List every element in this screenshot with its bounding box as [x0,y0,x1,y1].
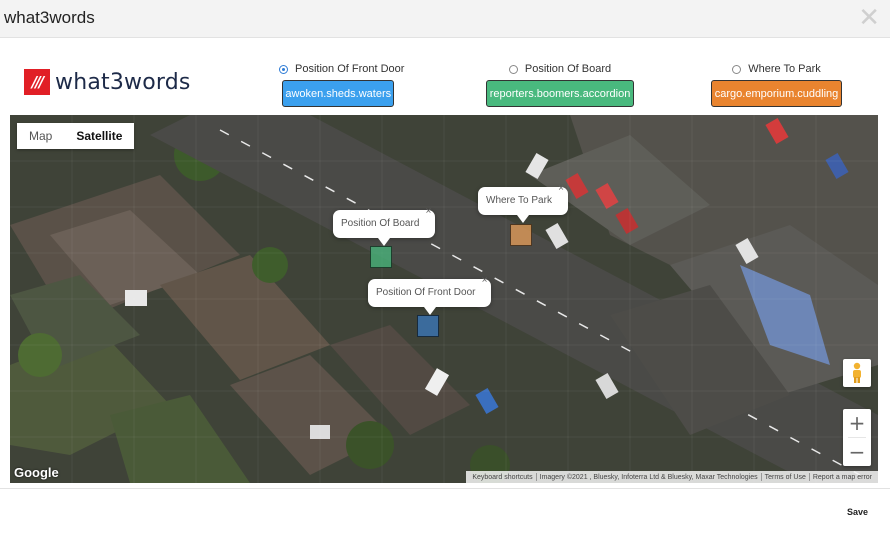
bubble-park-label: Where To Park [486,195,552,206]
option-label-text: Where To Park [748,63,821,75]
bubble-board: Position Of Board × [333,207,436,246]
map-type-satellite-button[interactable]: Satellite [64,123,134,149]
option-label[interactable]: Where To Park [732,62,821,76]
keyboard-shortcuts-link[interactable]: Keyboard shortcuts [469,474,535,481]
google-logo: Google [14,465,59,480]
option-front-door: Position Of Front Door awoken.sheds.wate… [279,62,404,107]
bubble-front-door-label: Position Of Front Door [376,287,476,298]
map-type-map-button[interactable]: Map [17,123,64,149]
option-label-text: Position Of Front Door [295,63,405,75]
pegman-icon [853,362,861,383]
map-attribution: Keyboard shortcuts Imagery ©2021 , Blues… [466,471,878,483]
bubble-close-icon[interactable]: × [558,184,564,194]
zoom-control: + − [843,409,871,466]
option-park: Where To Park cargo.emporium.cuddling [711,62,842,107]
chip-board[interactable]: reporters.boomers.accordion [486,80,634,107]
chip-front-door[interactable]: awoken.sheds.waters [282,80,395,107]
zoom-in-button[interactable]: + [843,409,871,437]
option-label[interactable]: Position Of Front Door [279,62,404,76]
logo-mark: /// [24,69,50,95]
bubble-front-door: Position Of Front Door × [368,276,492,315]
bubble-close-icon[interactable]: × [482,276,488,286]
pegman-button[interactable] [843,359,871,387]
footer-divider [0,488,890,489]
zoom-out-button[interactable]: − [843,438,871,466]
option-label-text: Position Of Board [524,63,612,75]
board-marker[interactable] [370,246,392,268]
front-door-marker[interactable] [417,315,439,337]
bubble-board-label: Position Of Board [341,218,420,229]
radio-park[interactable] [732,64,742,74]
park-marker[interactable] [510,224,532,246]
logo-text: what3words [55,69,191,95]
what3words-dialog: what3words ✕ /// what3words Position Of … [0,0,890,546]
dialog-titlebar: what3words ✕ [0,0,890,38]
radio-board[interactable] [508,64,518,74]
chip-park[interactable]: cargo.emporium.cuddling [711,80,842,107]
satellite-map[interactable]: Map Satellite Position Of Board × Positi… [10,115,878,483]
radio-front-door[interactable] [279,64,288,74]
bubble-park: Where To Park × [478,184,568,223]
save-button[interactable]: Save [847,507,868,517]
imagery-credit: Imagery ©2021 , Bluesky, Infoterra Ltd &… [539,473,758,481]
what3words-logo: /// what3words [24,68,191,96]
report-map-error-link[interactable]: Report a map error [810,474,875,481]
close-icon[interactable]: ✕ [858,4,880,32]
option-label[interactable]: Position Of Board [508,62,612,76]
terms-of-use-link[interactable]: Terms of Use [762,474,809,481]
bubble-close-icon[interactable]: × [426,207,432,217]
option-board: Position Of Board reporters.boomers.acco… [486,62,634,107]
dialog-title: what3words [4,8,95,27]
map-type-toggle: Map Satellite [17,123,135,149]
